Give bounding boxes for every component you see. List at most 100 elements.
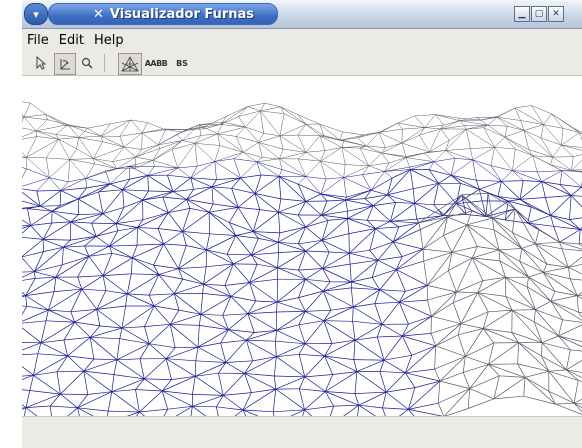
mesh-edge (273, 389, 276, 412)
3d-viewport[interactable] (22, 76, 582, 416)
mesh-edge (305, 310, 331, 311)
aabb-tool[interactable]: AABB (144, 53, 168, 73)
mesh-edge (340, 135, 364, 140)
mesh-edge (82, 289, 97, 309)
mesh-edge (535, 229, 539, 243)
window-menu-button[interactable]: ▾ (24, 3, 48, 25)
mesh-edge (383, 408, 409, 410)
mesh-edge (327, 200, 346, 201)
mesh-edge (386, 388, 415, 393)
bs-tool[interactable]: BS (172, 53, 192, 73)
menu-file[interactable]: File (27, 33, 49, 48)
minimize-button[interactable]: ▁ (514, 6, 530, 22)
mesh-edge (568, 263, 582, 268)
mesh-edge (191, 178, 194, 190)
mesh-edge (209, 204, 213, 212)
mesh-edge (131, 274, 159, 275)
mesh-edge (22, 321, 46, 324)
mesh-edge (424, 261, 427, 285)
mesh-edge (228, 314, 248, 330)
menu-bar: File Edit Help (22, 29, 582, 51)
mesh-edge (527, 287, 551, 302)
mesh-edge (574, 380, 578, 403)
mesh-edge (60, 394, 77, 408)
maximize-button[interactable]: ▢ (531, 6, 547, 22)
mesh-edge (265, 103, 281, 107)
mesh-edge (41, 343, 68, 356)
mesh-tool[interactable] (118, 53, 142, 75)
mesh-edge (415, 203, 417, 219)
mesh-edge (306, 240, 322, 251)
mesh-edge (22, 356, 34, 376)
mesh-edge (383, 392, 387, 408)
mesh-edge (415, 115, 436, 116)
mesh-edge (178, 250, 206, 269)
mesh-edge (110, 245, 138, 246)
toolbar-separator (104, 54, 105, 72)
title-bar[interactable]: ▾ ✕ Visualizador Furnas ▁ ▢ ✕ (22, 0, 582, 29)
mesh-edge (256, 301, 278, 302)
mesh-edge (195, 143, 197, 166)
mesh-edge (323, 291, 331, 310)
mesh-edge (22, 296, 26, 306)
mesh-edge (410, 170, 413, 189)
mesh-edge (280, 124, 306, 136)
mesh-edge (570, 216, 582, 219)
mesh-edge (206, 234, 209, 250)
mesh-edge (320, 161, 326, 179)
mesh-edge (396, 270, 405, 292)
mesh-edge (27, 209, 30, 226)
mesh-edge (553, 157, 572, 170)
mesh-edge (298, 227, 305, 244)
mesh-edge (389, 158, 406, 163)
mesh-edge (70, 149, 77, 160)
mesh-edge (149, 324, 170, 343)
mesh-edge (243, 152, 262, 157)
mesh-edge (43, 239, 63, 247)
mesh-edge (49, 159, 69, 177)
mesh-edge (325, 392, 333, 407)
mesh-edge (470, 149, 472, 160)
mesh-edge (68, 356, 94, 359)
mesh-edge (505, 130, 524, 137)
mesh-edge (365, 195, 388, 199)
mesh-edge (354, 340, 355, 359)
mesh-edge (153, 160, 155, 166)
mesh-edge (56, 277, 82, 289)
close-button[interactable]: ✕ (548, 6, 564, 22)
mesh-edge (158, 229, 182, 232)
mesh-edge (495, 137, 505, 147)
mesh-edge (34, 252, 43, 272)
mesh-edge (425, 128, 441, 129)
mesh-edge (43, 239, 70, 240)
mesh-edge (486, 201, 508, 216)
mesh-edge (103, 207, 124, 213)
menu-edit[interactable]: Edit (59, 33, 84, 48)
mesh-edge (218, 373, 223, 395)
mesh-edge (305, 392, 326, 410)
mesh-edge (26, 408, 53, 416)
mesh-edge (484, 128, 495, 148)
mesh-edge (22, 117, 24, 127)
mesh-edge (31, 226, 43, 240)
mesh-edge (236, 136, 258, 142)
mesh-edge (348, 206, 374, 219)
mesh-edge (22, 101, 24, 118)
zoom-tool[interactable] (78, 53, 96, 73)
mesh-edge (323, 269, 352, 283)
mesh-edge (206, 236, 235, 251)
mesh-edge (274, 376, 276, 389)
mesh-edge (424, 151, 446, 154)
mesh-edge (215, 152, 243, 161)
mesh-edge (82, 289, 106, 291)
mesh-edge (499, 250, 500, 261)
pointer-tool[interactable] (32, 53, 50, 73)
mesh-edge (357, 360, 384, 371)
rotate-tool[interactable] (54, 53, 76, 75)
mesh-edge (322, 200, 346, 215)
mesh-edge (34, 354, 38, 376)
menu-help[interactable]: Help (94, 33, 124, 48)
mesh-edge (137, 228, 163, 245)
mesh-edge (79, 131, 85, 137)
mesh-edge (369, 163, 389, 166)
